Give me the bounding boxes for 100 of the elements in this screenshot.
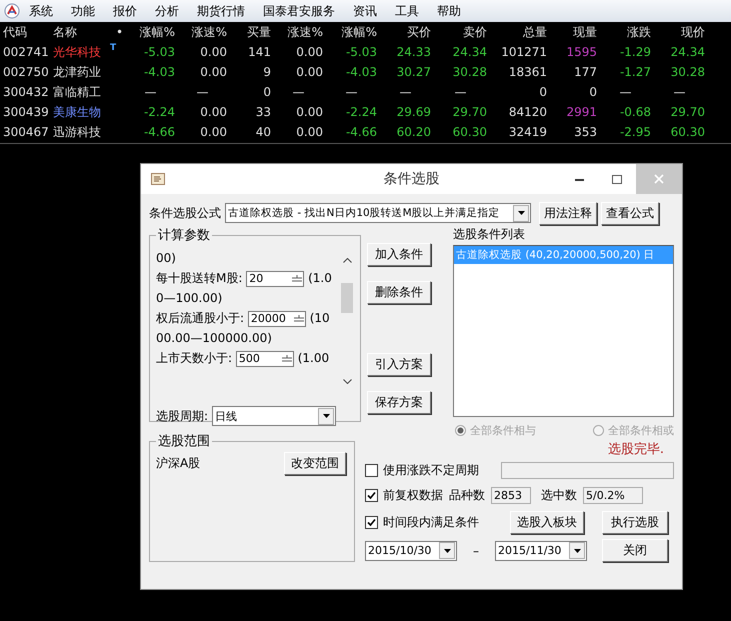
table-cell-text: 0.00 — [199, 44, 228, 61]
menu-item[interactable]: 期货行情 — [188, 2, 254, 20]
start-date-dropdown[interactable]: 2015/10/30 — [365, 540, 457, 560]
column-header[interactable]: 涨跌 — [600, 22, 654, 42]
stock-name: 龙津药业 — [52, 64, 102, 81]
table-cell-text: — — [672, 84, 686, 101]
close-dialog-button[interactable]: 关闭 — [602, 539, 668, 562]
close-icon — [654, 174, 664, 184]
table-cell-text: -4.03 — [142, 64, 176, 81]
option-checkbox[interactable]: 使用涨跌不定周期 — [365, 458, 479, 483]
param-range: (1.0 — [308, 271, 332, 285]
table-cell-text: — — [292, 84, 306, 101]
table-cell-text: 0 — [538, 84, 548, 101]
table-cell-text: — — [196, 84, 210, 101]
menu-item[interactable]: 系统 — [20, 2, 62, 20]
table-cell-text: 0.00 — [295, 64, 324, 81]
table-cell-text: -4.03 — [344, 64, 378, 81]
action-button[interactable]: 删除条件 — [367, 281, 431, 304]
date-separator: – — [473, 544, 479, 558]
end-date-dropdown[interactable]: 2015/11/30 — [495, 540, 587, 560]
radio-selected-icon[interactable] — [455, 425, 466, 436]
column-header[interactable]: 代码 — [0, 22, 50, 42]
run-selection-button[interactable]: 执行选股 — [602, 511, 668, 534]
change-scope-button[interactable]: 改变范围 — [284, 452, 346, 475]
table-cell-text: -2.24 — [142, 104, 176, 121]
list-title: 选股条件列表 — [453, 226, 526, 243]
menu-item[interactable]: 工具 — [386, 2, 428, 20]
window-icon — [151, 173, 165, 185]
stock-code: 300439 — [2, 104, 50, 121]
dropdown-arrow-icon — [574, 548, 580, 552]
stock-name: 美康生物 — [52, 104, 102, 121]
option-checkbox[interactable]: 前复权数据 — [365, 483, 443, 508]
scroll-down-icon — [342, 379, 352, 384]
table-cell-text: -1.29 — [618, 44, 652, 61]
table-cell-text: 0.00 — [295, 124, 324, 141]
table-cell-text: 84120 — [508, 104, 548, 121]
table-cell-text: 0.00 — [295, 104, 324, 121]
menu-item[interactable]: 帮助 — [428, 2, 470, 20]
column-header[interactable]: 总量 — [490, 22, 550, 42]
menu-item[interactable]: 国泰君安服务 — [254, 2, 344, 20]
table-cell-text: 0.00 — [199, 64, 228, 81]
table-cell-text: 2991 — [565, 104, 598, 121]
count-field: 2853 — [491, 487, 531, 504]
table-cell-text: 0.00 — [199, 124, 228, 141]
table-cell-text: 30.27 — [396, 64, 432, 81]
field-label: 选中数 — [541, 487, 577, 504]
param-spinbox[interactable]: 20000 — [248, 310, 306, 327]
menu-item[interactable]: 分析 — [146, 2, 188, 20]
action-button[interactable]: 引入方案 — [367, 353, 431, 376]
param-range: 00.00—100000.00) — [156, 330, 273, 347]
column-header[interactable]: 涨速% — [178, 22, 230, 42]
param-label: 每十股送转M股: — [156, 271, 242, 285]
dropdown-arrow-icon — [518, 211, 524, 215]
table-cell-text: 32419 — [508, 124, 548, 141]
action-button[interactable]: 保存方案 — [367, 391, 431, 414]
column-header[interactable]: 涨幅% — [326, 22, 380, 42]
picked-field: 5/0.2% — [583, 487, 643, 504]
column-header[interactable]: 现量 — [550, 22, 600, 42]
param-spinbox[interactable]: 20 — [246, 270, 304, 287]
action-button[interactable]: 加入条件 — [367, 243, 431, 266]
column-header[interactable]: 买量 — [230, 22, 274, 42]
table-cell-text: — — [454, 84, 468, 101]
stock-flag-label: T — [110, 42, 116, 54]
table-cell-text: 30.28 — [452, 64, 488, 81]
menu-item[interactable]: 报价 — [104, 2, 146, 20]
app-logo-icon — [4, 3, 20, 19]
table-cell-text: -2.24 — [344, 104, 378, 121]
column-header[interactable]: 买价 — [380, 22, 434, 42]
column-header[interactable]: 现价 — [654, 22, 708, 42]
stock-name: 迅游科技 — [52, 124, 102, 141]
table-cell-text: — — [144, 84, 158, 101]
column-header[interactable]: 涨速% — [274, 22, 326, 42]
add-to-block-button[interactable]: 选股入板块 — [510, 511, 584, 534]
column-header[interactable]: 卖价 — [434, 22, 490, 42]
param-range: (10 — [310, 311, 330, 325]
menu-item[interactable]: 功能 — [62, 2, 104, 20]
table-cell-text: 0.00 — [199, 104, 228, 121]
scrollbar-thumb[interactable] — [341, 283, 353, 313]
table-cell-text: — — [398, 84, 412, 101]
table-cell-text: 29.70 — [670, 104, 706, 121]
menu-item[interactable]: 资讯 — [344, 2, 386, 20]
column-header[interactable]: 涨幅% — [126, 22, 178, 42]
column-header[interactable]: 名称 — [50, 22, 110, 42]
scope-text: 沪深A股 — [156, 455, 200, 472]
period-dropdown[interactable]: 日线 — [212, 406, 336, 426]
period-input-field[interactable] — [501, 462, 674, 479]
param-text: 00) — [156, 250, 177, 267]
formula-button[interactable]: 用法注释 — [539, 202, 597, 224]
radio-icon[interactable] — [593, 425, 604, 436]
table-cell-text: 30.28 — [670, 64, 706, 81]
table-cell-text: 60.20 — [396, 124, 432, 141]
checkbox-icon — [365, 464, 378, 477]
checkbox-checked-icon — [365, 489, 378, 502]
param-spinbox[interactable]: 500 — [236, 350, 294, 367]
formula-button[interactable]: 查看公式 — [601, 202, 659, 224]
column-header[interactable]: • — [110, 22, 126, 42]
formula-dropdown[interactable]: 古道除权选股 - 找出N日内10股转送M股以上并满足指定 — [225, 203, 531, 223]
table-cell-text: 40 — [254, 124, 272, 141]
option-checkbox[interactable]: 时间段内满足条件 — [365, 510, 479, 535]
table-cell-text: — — [618, 84, 632, 101]
